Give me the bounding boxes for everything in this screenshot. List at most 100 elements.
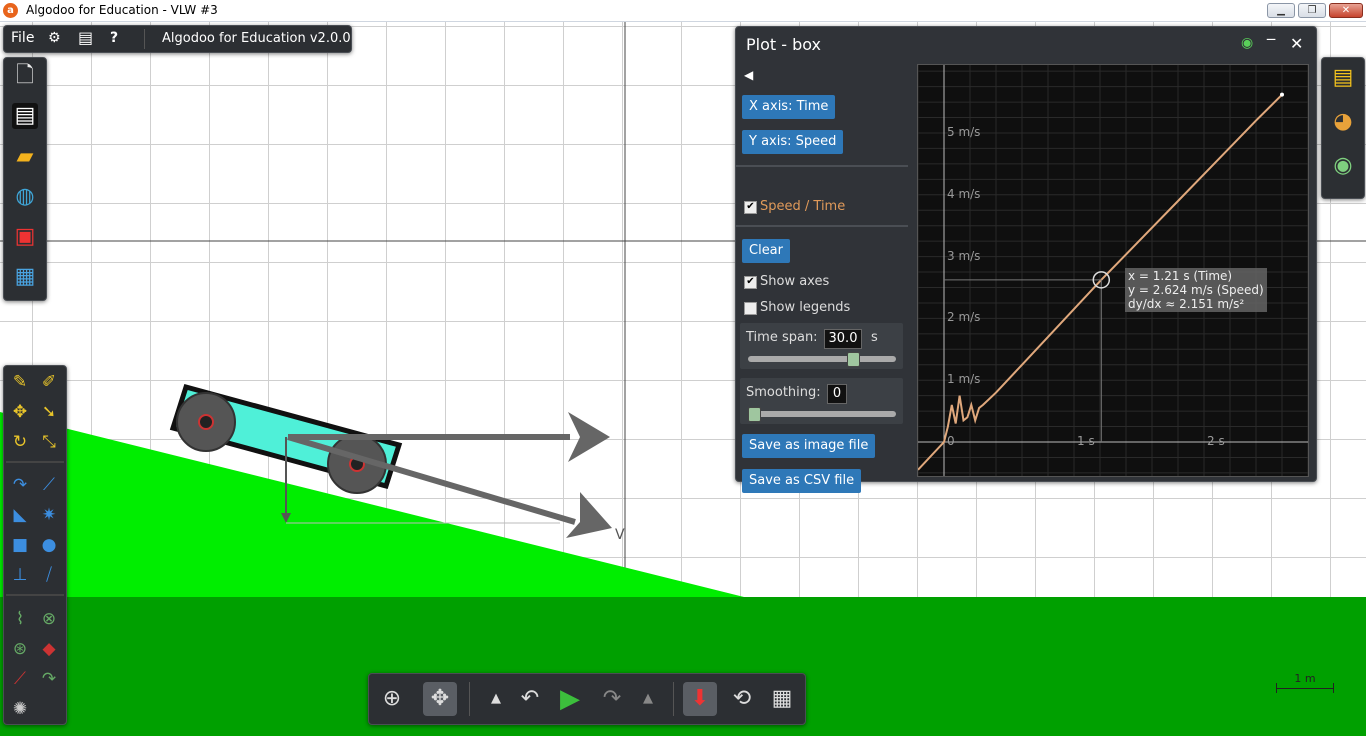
series-checkbox[interactable]: ✔ xyxy=(744,201,757,214)
circle-icon[interactable]: ● xyxy=(38,534,60,556)
rope-icon[interactable]: ↷ xyxy=(9,474,31,496)
algodoo-icon: a xyxy=(3,3,18,18)
scale-label: 1 m xyxy=(1294,672,1316,685)
play-icon[interactable]: ▶ xyxy=(553,682,587,716)
time-span-slider[interactable] xyxy=(748,356,896,362)
algobox-icon[interactable]: ◍ xyxy=(12,184,38,210)
phunlet-icon[interactable]: ▣ xyxy=(12,224,38,250)
window-icon[interactable]: ▤ xyxy=(78,28,93,47)
minimize-icon: ▁ xyxy=(1277,5,1285,16)
up-arrow-icon[interactable]: ▲ xyxy=(479,682,513,716)
show-axes-label: Show axes xyxy=(760,274,830,289)
plot-title: Plot - box xyxy=(746,35,822,54)
gear-tool-icon[interactable]: ✷ xyxy=(38,504,60,526)
tooltip-y: y = 2.624 m/s (Speed) xyxy=(1128,283,1264,297)
x-tick-label: 1 s xyxy=(1077,434,1095,448)
spring-icon[interactable]: ⌇ xyxy=(9,608,31,630)
y-tick-label: 3 m/s xyxy=(947,248,981,263)
zoom-icon[interactable]: ⊕ xyxy=(375,682,409,716)
series-end-point xyxy=(1280,92,1284,97)
tooltip-x: x = 1.21 s (Time) xyxy=(1128,269,1233,283)
maximize-button[interactable]: ❐ xyxy=(1298,3,1326,18)
gear-icon[interactable]: ⚙ xyxy=(48,30,61,46)
series-label: Speed / Time xyxy=(760,199,846,214)
spiral-icon[interactable]: ✺ xyxy=(9,698,31,720)
thruster-icon[interactable]: ◆ xyxy=(38,638,60,660)
time-span-unit: s xyxy=(871,330,878,345)
time-span-label: Time span: xyxy=(746,330,818,345)
chain-icon[interactable]: ⧸ xyxy=(38,564,60,586)
show-legends-label: Show legends xyxy=(760,300,851,315)
box-icon[interactable]: ■ xyxy=(9,534,31,556)
open-folder-icon[interactable]: ▰ xyxy=(12,144,38,170)
palette-icon[interactable]: ◕ xyxy=(1329,108,1357,136)
maximize-icon: ❐ xyxy=(1307,5,1317,16)
y-tick-label: 5 m/s xyxy=(947,124,981,139)
x-tick-label: 2 s xyxy=(1207,434,1225,448)
brush-icon[interactable]: ✐ xyxy=(38,371,60,393)
laser-icon[interactable]: ⟋ xyxy=(9,668,31,690)
undo-icon[interactable]: ↶ xyxy=(513,682,547,716)
plot-tooltip: x = 1.21 s (Time) y = 2.624 m/s (Speed) … xyxy=(1125,268,1267,312)
back-arrow-icon[interactable]: ◀ xyxy=(744,68,753,82)
scene-canvas[interactable]: V 1 m File ⚙ ▤ ? Algodoo for Education v… xyxy=(0,22,1366,736)
tracer-icon[interactable]: ↷ xyxy=(38,668,60,690)
version-label: Algodoo for Education v2.0.0 xyxy=(162,31,351,46)
x-axis-button[interactable]: X axis: Time xyxy=(742,95,836,119)
scale-indicator: 1 m xyxy=(1276,672,1334,693)
top-menu: File ⚙ ▤ ? Algodoo for Education v2.0.0 xyxy=(3,25,352,53)
clear-button[interactable]: Clear xyxy=(742,239,790,263)
move-icon[interactable]: ✥ xyxy=(9,401,31,423)
help-icon[interactable]: ? xyxy=(110,30,118,46)
show-axes-checkbox[interactable]: ✔ xyxy=(744,276,757,289)
smoothing-input[interactable]: 0 xyxy=(827,384,847,404)
save-image-button[interactable]: Save as image file xyxy=(742,434,876,458)
grid-icon[interactable]: ▦ xyxy=(765,682,799,716)
expand-icon[interactable]: ▲ xyxy=(631,682,665,716)
close-icon[interactable]: ✕ xyxy=(1290,34,1303,53)
close-icon: ✕ xyxy=(1341,5,1351,16)
lessons-icon[interactable]: ▦ xyxy=(12,264,38,290)
plane-icon[interactable]: ⊥ xyxy=(9,564,31,586)
velocity-label: V xyxy=(615,527,625,543)
show-legends-checkbox[interactable] xyxy=(744,302,757,315)
rotate-icon[interactable]: ↻ xyxy=(9,431,31,453)
x-tick-label: 0 xyxy=(947,434,955,448)
scale-icon[interactable]: ⤡ xyxy=(38,431,60,453)
title-bar: a Algodoo for Education - VLW #3 ▁ ❐ ✕ xyxy=(0,0,1366,22)
y-axis-button[interactable]: Y axis: Speed xyxy=(742,130,844,154)
knife-icon[interactable]: ⟋ xyxy=(38,474,60,496)
air-friction-icon[interactable]: ⟲ xyxy=(725,682,759,716)
smoothing-label: Smoothing: xyxy=(746,385,821,400)
drag-icon[interactable]: ➘ xyxy=(38,401,60,423)
file-sidebar: 🗋 ▤ ▰ ◍ ▣ ▦ xyxy=(3,57,47,301)
fixate-icon[interactable]: ⊗ xyxy=(38,608,60,630)
y-tick-label: 4 m/s xyxy=(947,186,981,201)
gravity-icon[interactable]: ⬇ xyxy=(683,682,717,716)
time-span-input[interactable]: 30.0 xyxy=(824,329,862,349)
sketch-icon[interactable]: ✎ xyxy=(9,371,31,393)
file-menu[interactable]: File xyxy=(11,30,34,46)
new-scene-icon[interactable]: 🗋 xyxy=(12,63,38,89)
visualization-icon[interactable]: ◉ xyxy=(1329,152,1357,180)
save-csv-button[interactable]: Save as CSV file xyxy=(742,469,862,493)
close-button[interactable]: ✕ xyxy=(1329,3,1363,18)
hinge-icon[interactable]: ⊛ xyxy=(9,638,31,660)
plot-window: Plot - box ◉ ‒ ✕ ◀ X axis: Time Y axis: … xyxy=(735,26,1317,493)
y-tick-label: 2 m/s xyxy=(947,310,981,325)
tooltip-slope: dy/dx ≈ 2.151 m/s² xyxy=(1128,297,1245,311)
plot-graph[interactable]: 0 1 s 2 s 1 m/s 2 m/s 3 m/s 4 m/s 5 m/s x = 1.2… xyxy=(917,64,1309,477)
eye-icon[interactable]: ◉ xyxy=(1241,35,1253,51)
minimize-icon[interactable]: ‒ xyxy=(1266,29,1276,48)
simulation-toolbar: ⊕ ✥ ▲ ↶ ▶ ↷ ▲ ⬇ ⟲ ▦ xyxy=(368,673,806,725)
time-span-control: Time span: 30.0 s xyxy=(740,323,903,369)
background-icon[interactable]: ▤ xyxy=(1329,64,1357,92)
smoothing-slider[interactable] xyxy=(748,411,896,417)
smoothing-slider-handle[interactable] xyxy=(748,407,761,422)
time-span-slider-handle[interactable] xyxy=(846,352,860,367)
pan-icon[interactable]: ✥ xyxy=(423,682,457,716)
save-icon[interactable]: ▤ xyxy=(12,103,38,129)
minimize-button[interactable]: ▁ xyxy=(1267,3,1295,18)
polygon-icon[interactable]: ◣ xyxy=(9,504,31,526)
redo-icon[interactable]: ↷ xyxy=(595,682,629,716)
